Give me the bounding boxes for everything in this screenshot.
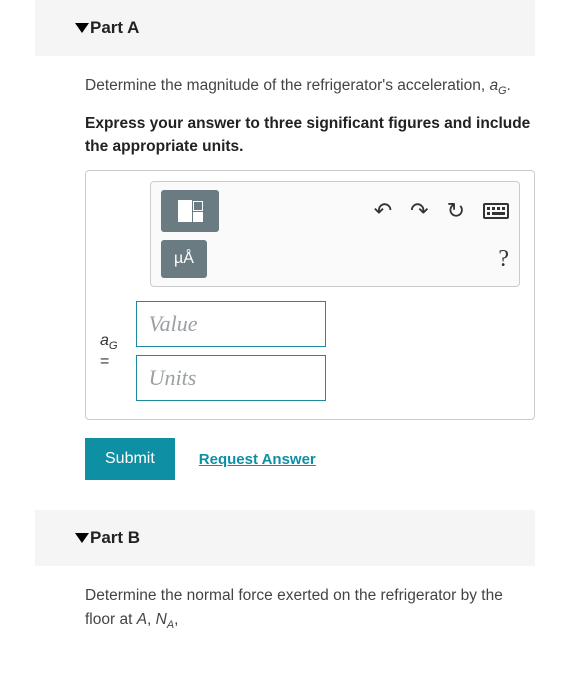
request-answer-link[interactable]: Request Answer (199, 451, 316, 468)
part-b-title: Part B (90, 528, 140, 548)
variable-subscript: G (109, 340, 118, 352)
submit-button[interactable]: Submit (85, 438, 175, 480)
prompt-variable: N (156, 611, 167, 628)
part-a-title: Part A (90, 18, 139, 38)
prompt-suffix: . (507, 77, 511, 94)
reset-icon[interactable]: ↻ (447, 198, 465, 224)
part-b-prompt: Determine the normal force exerted on th… (85, 584, 535, 633)
prompt-variable: a (489, 77, 498, 94)
redo-icon[interactable]: ↷ (410, 198, 428, 224)
equals-sign: = (100, 353, 118, 371)
variable-label: aG = (100, 332, 118, 370)
keyboard-icon[interactable] (483, 203, 509, 219)
prompt-point: A (137, 611, 147, 628)
answer-box: ↶ ↷ ↻ µÅ ? aG = Value Units (85, 170, 535, 420)
units-input[interactable]: Units (136, 355, 326, 401)
part-a-instruction: Express your answer to three significant… (85, 113, 535, 158)
collapse-icon[interactable] (75, 533, 89, 543)
part-b-body: Determine the normal force exerted on th… (0, 566, 570, 677)
equation-toolbar: ↶ ↷ ↻ µÅ ? (150, 181, 520, 287)
fraction-template-icon[interactable] (161, 190, 219, 232)
prompt-subscript: G (498, 85, 506, 97)
value-input[interactable]: Value (136, 301, 326, 347)
part-a-body: Determine the magnitude of the refrigera… (0, 56, 570, 510)
units-picker-button[interactable]: µÅ (161, 240, 207, 278)
help-icon[interactable]: ? (498, 246, 509, 273)
part-a-prompt: Determine the magnitude of the refrigera… (85, 74, 535, 99)
prompt-sep: , (147, 611, 156, 628)
prompt-suffix: , (174, 611, 178, 628)
undo-icon[interactable]: ↶ (374, 198, 392, 224)
variable-symbol: a (100, 332, 109, 349)
prompt-text: Determine the magnitude of the refrigera… (85, 77, 489, 94)
collapse-icon[interactable] (75, 23, 89, 33)
units-picker-label: µÅ (174, 250, 194, 268)
